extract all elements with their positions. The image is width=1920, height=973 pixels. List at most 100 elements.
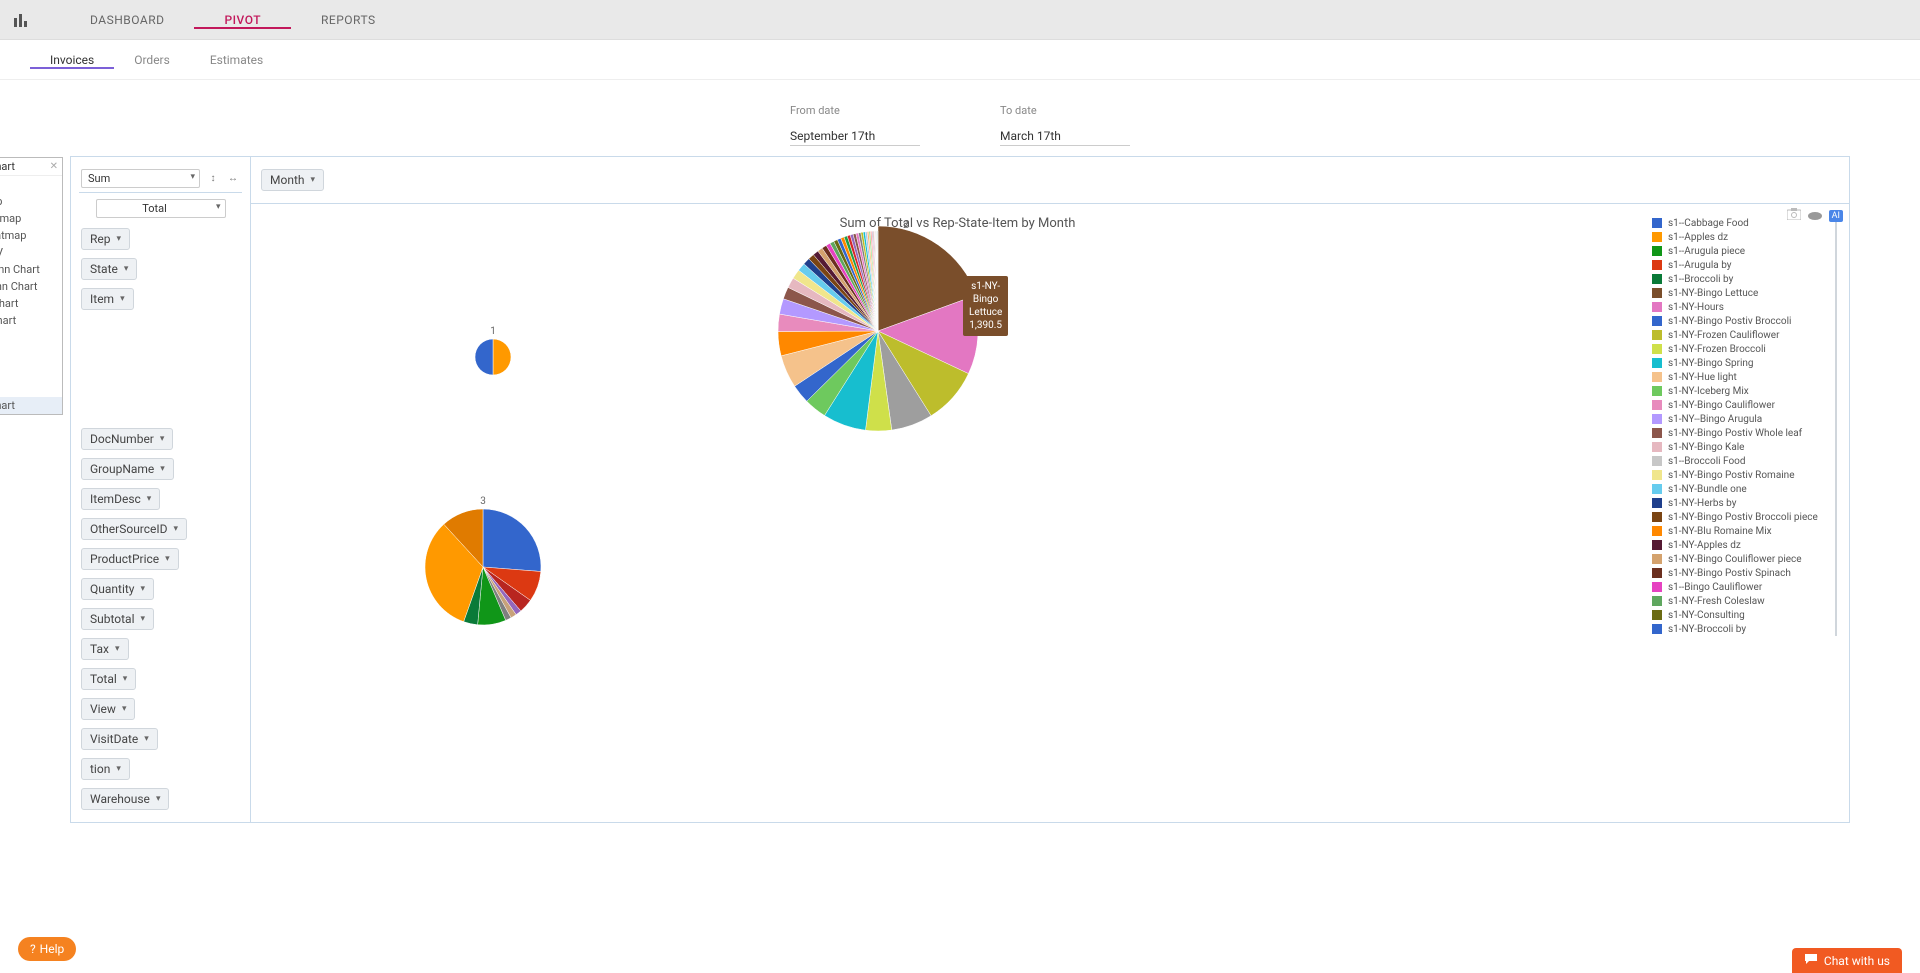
field-itemdesc[interactable]: ItemDesc bbox=[81, 488, 160, 510]
help-button[interactable]: ? Help bbox=[18, 937, 76, 961]
pivot-left-panel: Sum ↕ ↔ Total Multiple Pie Chart ✕ Table… bbox=[71, 157, 251, 822]
camera-icon[interactable] bbox=[1787, 208, 1801, 224]
tab-invoices[interactable]: Invoices bbox=[30, 53, 114, 69]
pivot-main-panel: Month AI Sum of Total vs Rep-State-Item … bbox=[251, 157, 1849, 822]
chart-type-option[interactable]: Table Col Heatmap bbox=[0, 210, 62, 227]
field-tion[interactable]: tion bbox=[81, 758, 130, 780]
legend-item[interactable]: s1-NY-Bingo Cauliflower bbox=[1652, 398, 1831, 412]
legend-item[interactable]: s1--Arugula piece bbox=[1652, 244, 1831, 258]
to-date-input[interactable]: March 17th bbox=[1000, 127, 1130, 146]
legend-item[interactable]: s1-NY-Hue light bbox=[1652, 370, 1831, 384]
chart-type-dropdown[interactable]: Multiple Pie Chart ✕ TableTable HeatmapT… bbox=[0, 157, 63, 415]
chart-legend[interactable]: s1--Cabbage Foods1--Apples dzs1--Arugula… bbox=[1652, 216, 1837, 636]
value-field-select[interactable]: Total bbox=[96, 199, 226, 218]
legend-item[interactable]: s1-NY-Bingo Postiv Whole leaf bbox=[1652, 426, 1831, 440]
legend-swatch bbox=[1652, 610, 1662, 620]
chart-type-option[interactable]: Stacked Column Chart bbox=[0, 278, 62, 295]
legend-item[interactable]: s1-NY-Bingo Couliflower piece bbox=[1652, 552, 1831, 566]
sort-horiz-icon[interactable]: ↔ bbox=[226, 172, 240, 186]
from-date-input[interactable]: September 17th bbox=[790, 127, 920, 146]
field-othersourceid[interactable]: OtherSourceID bbox=[81, 518, 187, 540]
legend-item[interactable]: s1-NY-Broccoli by bbox=[1652, 622, 1831, 636]
legend-item[interactable]: s1-NY-Bingo Postiv Broccoli piece bbox=[1652, 510, 1831, 524]
chart-type-option[interactable]: Grouped Column Chart bbox=[0, 261, 62, 278]
chart-type-option[interactable]: Scatter Chart bbox=[0, 380, 62, 397]
legend-swatch bbox=[1652, 526, 1662, 536]
legend-item[interactable]: s1-NY-Fresh Coleslaw bbox=[1652, 594, 1831, 608]
pie-1-label: 1 bbox=[473, 326, 513, 337]
sort-vert-icon[interactable]: ↕ bbox=[206, 172, 220, 186]
aggregator-select[interactable]: Sum bbox=[81, 169, 200, 188]
legend-item[interactable]: s1-NY-Apples dz bbox=[1652, 538, 1831, 552]
chart-type-option[interactable]: Stacked Bar Chart bbox=[0, 312, 62, 329]
legend-swatch bbox=[1652, 372, 1662, 382]
legend-item[interactable]: s1--Apples dz bbox=[1652, 230, 1831, 244]
legend-item[interactable]: s1-NY-Bingo Postiv Broccoli bbox=[1652, 314, 1831, 328]
field-productprice[interactable]: ProductPrice bbox=[81, 548, 179, 570]
chart-type-option[interactable]: Line Chart bbox=[0, 329, 62, 346]
legend-swatch bbox=[1652, 246, 1662, 256]
chart-type-option[interactable]: Table Heatmap bbox=[0, 193, 62, 210]
field-quantity[interactable]: Quantity bbox=[81, 578, 154, 600]
legend-item[interactable]: s1-NY-Bingo Postiv Romaine bbox=[1652, 468, 1831, 482]
legend-item[interactable]: s1-NY-Bingo Kale bbox=[1652, 440, 1831, 454]
legend-item[interactable]: s1-NY-Iceberg Mix bbox=[1652, 384, 1831, 398]
chat-icon bbox=[1804, 953, 1818, 968]
tab-estimates[interactable]: Estimates bbox=[190, 53, 283, 67]
legend-item[interactable]: s1-NY-Bingo Spring bbox=[1652, 356, 1831, 370]
chart-type-option[interactable]: Multiple Pie Chart bbox=[0, 397, 62, 414]
legend-item[interactable]: s1-NY-Bingo Postiv Spinach bbox=[1652, 566, 1831, 580]
field-docnumber[interactable]: DocNumber bbox=[81, 428, 173, 450]
from-date-label: From date bbox=[790, 104, 920, 117]
dropdown-clear-icon[interactable]: ✕ bbox=[50, 161, 58, 172]
field-total[interactable]: Total bbox=[81, 668, 136, 690]
row-dim-state[interactable]: State bbox=[81, 258, 137, 280]
tab-orders[interactable]: Orders bbox=[114, 53, 190, 67]
nav-reports[interactable]: REPORTS bbox=[291, 13, 406, 27]
legend-swatch bbox=[1652, 344, 1662, 354]
pie-chart-1: 1 bbox=[473, 326, 513, 377]
ai-button[interactable]: AI bbox=[1829, 210, 1843, 222]
legend-item[interactable]: s1--Broccoli by bbox=[1652, 272, 1831, 286]
legend-swatch bbox=[1652, 512, 1662, 522]
legend-item[interactable]: s1-NY-Hours bbox=[1652, 300, 1831, 314]
legend-item[interactable]: s1-NY-Blu Romaine Mix bbox=[1652, 524, 1831, 538]
legend-swatch bbox=[1652, 596, 1662, 606]
chart-type-option[interactable]: Exportable TSV bbox=[0, 244, 62, 261]
field-view[interactable]: View bbox=[81, 698, 135, 720]
field-warehouse[interactable]: Warehouse bbox=[81, 788, 169, 810]
legend-swatch bbox=[1652, 456, 1662, 466]
legend-swatch bbox=[1652, 274, 1662, 284]
chat-button[interactable]: Chat with us bbox=[1792, 948, 1902, 973]
field-visitdate[interactable]: VisitDate bbox=[81, 728, 158, 750]
row-dim-rep[interactable]: Rep bbox=[81, 228, 130, 250]
chart-type-option[interactable]: Area Chart bbox=[0, 363, 62, 380]
legend-item[interactable]: s1-NY--Bingo Arugula bbox=[1652, 412, 1831, 426]
field-groupname[interactable]: GroupName bbox=[81, 458, 174, 480]
nav-dashboard[interactable]: DASHBOARD bbox=[60, 13, 194, 27]
legend-item[interactable]: s1-NY-Herbs by bbox=[1652, 496, 1831, 510]
legend-item[interactable]: s1-NY-Frozen Broccoli bbox=[1652, 342, 1831, 356]
legend-item[interactable]: s1--Arugula by bbox=[1652, 258, 1831, 272]
to-date-label: To date bbox=[1000, 104, 1130, 117]
legend-swatch bbox=[1652, 400, 1662, 410]
legend-swatch bbox=[1652, 386, 1662, 396]
legend-swatch bbox=[1652, 484, 1662, 494]
legend-item[interactable]: s1--Broccoli Food bbox=[1652, 454, 1831, 468]
legend-item[interactable]: s1-NY-Bundle one bbox=[1652, 482, 1831, 496]
legend-item[interactable]: s1--Bingo Cauliflower bbox=[1652, 580, 1831, 594]
chart-type-option[interactable]: Grouped Bar Chart bbox=[0, 295, 62, 312]
legend-item[interactable]: s1-NY-Bingo Lettuce bbox=[1652, 286, 1831, 300]
chart-type-option[interactable]: Dot Chart bbox=[0, 346, 62, 363]
legend-item[interactable]: s1-NY-Frozen Cauliflower bbox=[1652, 328, 1831, 342]
chart-type-option[interactable]: Table Row Heatmap bbox=[0, 227, 62, 244]
nav-pivot[interactable]: PIVOT bbox=[194, 13, 291, 29]
row-dim-item[interactable]: Item bbox=[81, 288, 134, 310]
chart-type-option[interactable]: Table bbox=[0, 176, 62, 193]
legend-item[interactable]: s1-NY-Consulting bbox=[1652, 608, 1831, 622]
field-tax[interactable]: Tax bbox=[81, 638, 129, 660]
field-subtotal[interactable]: Subtotal bbox=[81, 608, 154, 630]
legend-swatch bbox=[1652, 218, 1662, 228]
cloud-icon[interactable] bbox=[1807, 209, 1823, 224]
col-dimension-month[interactable]: Month bbox=[261, 169, 324, 191]
